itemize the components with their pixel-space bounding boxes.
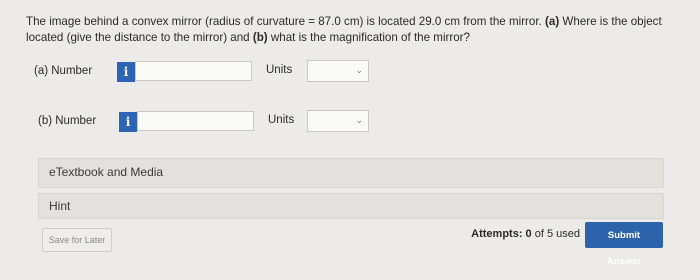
chevron-down-icon: ⌄ bbox=[355, 115, 363, 125]
part-b-number-input[interactable] bbox=[137, 111, 254, 131]
part-b-units-select[interactable]: ⌄ bbox=[307, 110, 369, 132]
info-icon[interactable]: i bbox=[119, 112, 137, 132]
etextbook-media-label: eTextbook and Media bbox=[49, 165, 164, 179]
info-icon[interactable]: i bbox=[117, 62, 135, 82]
part-a-marker: (a) bbox=[545, 15, 560, 28]
question-intro: The image behind a convex mirror (radius… bbox=[26, 15, 546, 28]
attempts-suffix: of 5 used bbox=[531, 228, 580, 240]
attempts-prefix: Attempts: bbox=[471, 228, 526, 240]
question-part-b: what is the magnification of the mirror? bbox=[267, 31, 470, 44]
hint-panel[interactable]: Hint bbox=[38, 193, 664, 219]
part-b-marker: (b) bbox=[252, 31, 268, 44]
hint-label: Hint bbox=[49, 199, 71, 213]
part-a-number-input[interactable] bbox=[135, 61, 252, 81]
chevron-down-icon: ⌄ bbox=[355, 65, 363, 75]
submit-answer-button[interactable]: Submit Answer bbox=[585, 222, 663, 267]
attempts-counter: Attempts: 0 of 5 used bbox=[471, 228, 580, 240]
question-text: The image behind a convex mirror (radius… bbox=[26, 14, 676, 46]
etextbook-media-panel[interactable]: eTextbook and Media bbox=[38, 158, 664, 188]
part-b-label: (b) Number bbox=[38, 115, 97, 127]
part-a-units-label: Units bbox=[266, 64, 293, 76]
part-a-units-select[interactable]: ⌄ bbox=[307, 60, 369, 82]
save-for-later-button[interactable]: Save for Later bbox=[42, 228, 112, 252]
part-a-label: (a) Number bbox=[34, 65, 93, 77]
part-b-units-label: Units bbox=[268, 114, 295, 126]
